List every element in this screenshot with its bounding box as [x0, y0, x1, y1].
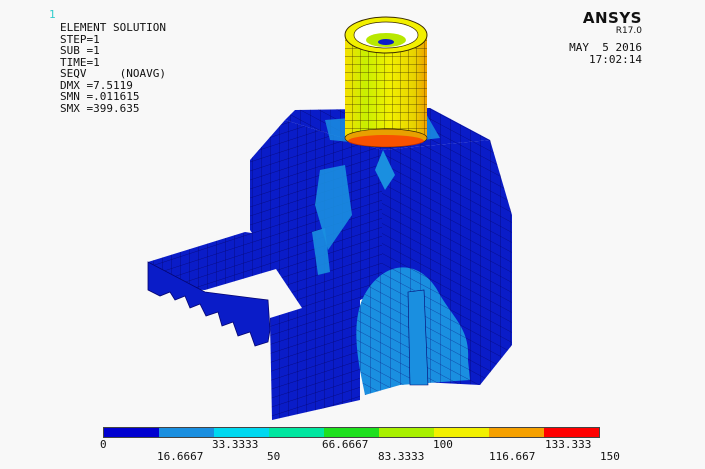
fea-model-viewport[interactable] — [0, 0, 705, 469]
cylinder-column — [344, 16, 428, 148]
legend-tick-top-3: 100 — [433, 438, 453, 451]
legend-swatch-8 — [489, 428, 544, 437]
legend-swatch-3 — [214, 428, 269, 437]
legend-swatch-7 — [434, 428, 489, 437]
legend-tick-bottom-4: 150 — [600, 450, 620, 463]
legend-tick-top-2: 66.6667 — [322, 438, 369, 451]
legend-swatch-9 — [544, 428, 599, 437]
legend-tick-bottom-3: 116.667 — [489, 450, 536, 463]
legend-swatch-6 — [379, 428, 434, 437]
legend-tick-top-0: 0 — [100, 438, 107, 451]
legend-swatch-4 — [269, 428, 324, 437]
legend-swatch-5 — [324, 428, 379, 437]
contour-legend-bar — [103, 427, 600, 438]
legend-tick-top-4: 133.333 — [545, 438, 592, 451]
box-left-face — [250, 120, 382, 320]
legend-tick-bottom-1: 50 — [267, 450, 281, 463]
legend-tick-bottom-0: 16.6667 — [157, 450, 204, 463]
legend-tick-top-1: 33.3333 — [212, 438, 259, 451]
legend-swatch-1 — [104, 428, 159, 437]
legend-swatch-2 — [159, 428, 214, 437]
legend-tick-bottom-2: 83.3333 — [378, 450, 425, 463]
